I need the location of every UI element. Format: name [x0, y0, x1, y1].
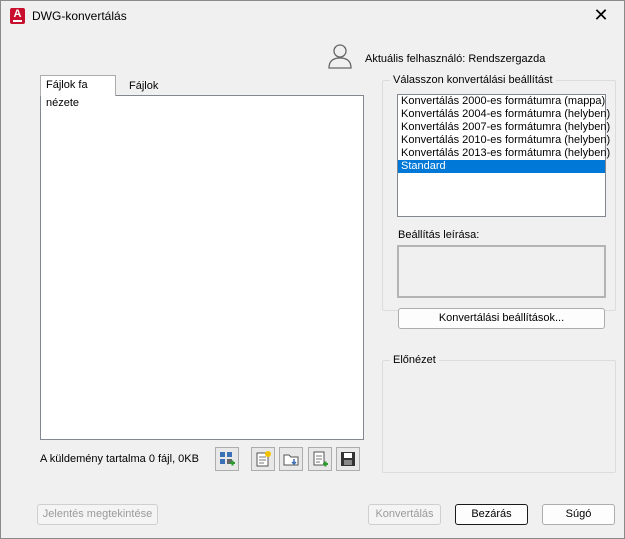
autocad-app-icon: A [10, 8, 25, 24]
description-label: Beállítás leírása: [398, 229, 480, 241]
conversion-setup-list[interactable]: Konvertálás 2000-es formátumra (mappa) K… [397, 94, 610, 217]
open-folder-icon [283, 454, 299, 466]
help-button[interactable]: Súgó [542, 504, 615, 525]
list-item[interactable]: Konvertálás 2000-es formátumra (mappa) [398, 95, 605, 108]
preview-group [382, 360, 616, 473]
preview-label: Előnézet [390, 354, 439, 366]
close-window-button[interactable]: ✕ [578, 1, 624, 31]
conversion-setup-label: Válasszon konvertálási beállítást [390, 74, 556, 86]
list-item[interactable]: Konvertálás 2010-es formátumra (helyben) [398, 134, 610, 147]
dwg-convert-dialog: A DWG-konvertálás ✕ Aktuális felhasználó… [0, 0, 625, 539]
title-bar: A DWG-konvertálás ✕ [1, 1, 624, 31]
close-button[interactable]: Bezárás [455, 504, 528, 525]
user-icon [328, 44, 352, 69]
view-report-button[interactable]: Jelentés megtekintése [37, 504, 158, 525]
add-list-icon [313, 451, 328, 467]
conversion-settings-button[interactable]: Konvertálási beállítások... [398, 308, 605, 329]
new-sheet-button[interactable] [251, 447, 275, 471]
close-icon: ✕ [593, 5, 609, 26]
list-item-selected[interactable]: Standard [398, 160, 605, 173]
save-button[interactable] [336, 447, 360, 471]
window-title: DWG-konvertálás [32, 9, 127, 23]
new-document-icon [256, 451, 271, 467]
list-item[interactable]: Konvertálás 2013-es formátumra (helyben) [398, 147, 610, 160]
convert-button[interactable]: Konvertálás [368, 504, 441, 525]
file-tree-panel[interactable] [40, 95, 364, 440]
add-files-button[interactable] [215, 447, 239, 471]
current-user-label: Aktuális felhasználó: Rendszergazda [365, 53, 546, 65]
list-item[interactable]: Konvertálás 2007-es formátumra (helyben) [398, 121, 610, 134]
add-files-icon [220, 452, 235, 466]
add-list-button[interactable] [308, 447, 332, 471]
tab-file-table[interactable]: Fájlok táblázata [124, 77, 179, 110]
description-box [397, 245, 606, 298]
save-icon [341, 452, 355, 466]
transmittal-status: A küldemény tartalma 0 fájl, 0KB [40, 453, 199, 465]
open-folder-button[interactable] [279, 447, 303, 471]
tab-file-tree[interactable]: Fájlok fa nézete [40, 75, 116, 109]
list-item[interactable]: Konvertálás 2004-es formátumra (helyben) [398, 108, 610, 121]
